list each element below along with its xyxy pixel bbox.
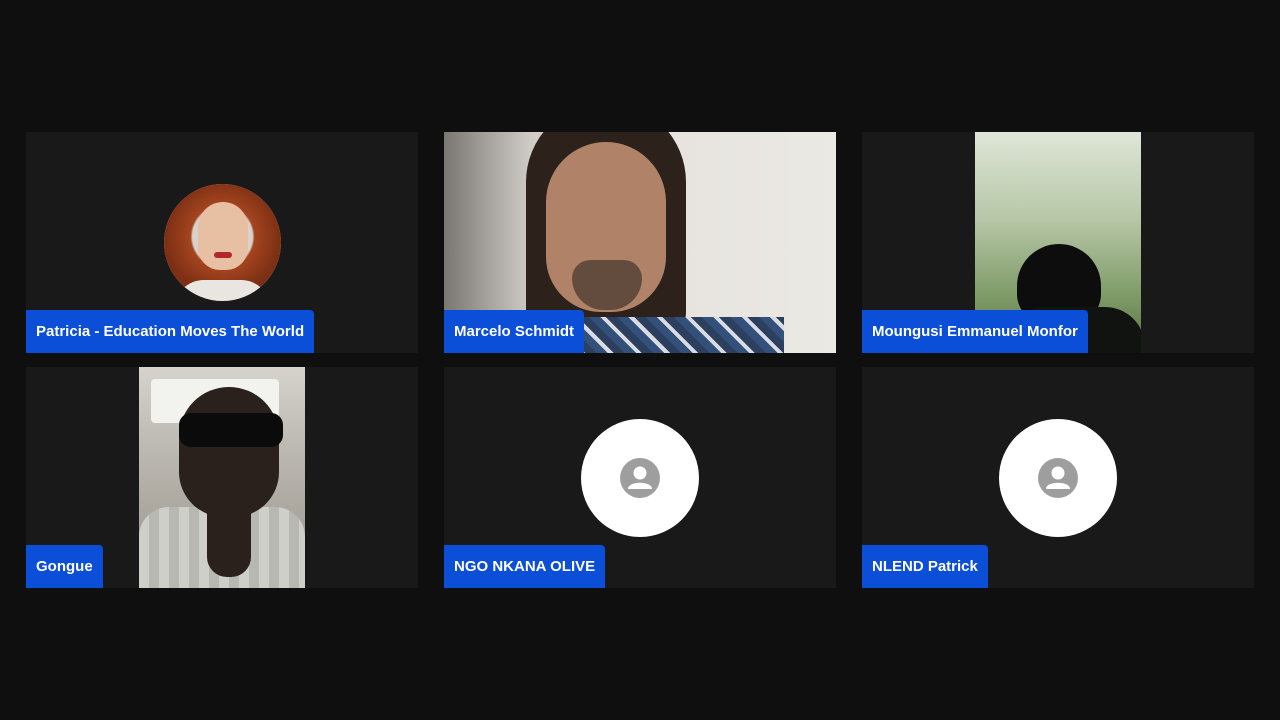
- video-person-neck: [207, 507, 251, 577]
- participant-video-feed: [139, 367, 305, 588]
- avatar-face: [198, 202, 248, 270]
- participant-tile-marcelo[interactable]: Marcelo Schmidt: [444, 132, 836, 353]
- participant-name-label: Patricia - Education Moves The World: [26, 310, 315, 353]
- participant-tile-gongue[interactable]: Gongue: [26, 367, 418, 588]
- participant-tile-moungusi[interactable]: Moungusi Emmanuel Monfor: [862, 132, 1254, 353]
- participant-tile-ngo-nkana-olive[interactable]: NGO NKANA OLIVE: [444, 367, 836, 588]
- person-icon: [1038, 458, 1078, 498]
- participant-avatar-photo: [164, 184, 281, 301]
- video-person-head: [179, 387, 279, 517]
- participant-name-label: NLEND Patrick: [862, 545, 988, 588]
- participant-name-label: Marcelo Schmidt: [444, 310, 585, 353]
- participant-tile-patricia[interactable]: Patricia - Education Moves The World: [26, 132, 418, 353]
- meeting-gallery: Patricia - Education Moves The World Mar…: [0, 0, 1280, 720]
- default-avatar: [999, 419, 1117, 537]
- person-icon: [620, 458, 660, 498]
- participant-name-label: Gongue: [26, 545, 103, 588]
- default-avatar: [581, 419, 699, 537]
- video-person-shirt: [564, 317, 784, 353]
- participant-name-label: Moungusi Emmanuel Monfor: [862, 310, 1088, 353]
- participant-name-label: NGO NKANA OLIVE: [444, 545, 606, 588]
- video-person-glasses: [179, 413, 283, 447]
- avatar-lips: [214, 252, 232, 258]
- participant-tile-nlend-patrick[interactable]: NLEND Patrick: [862, 367, 1254, 588]
